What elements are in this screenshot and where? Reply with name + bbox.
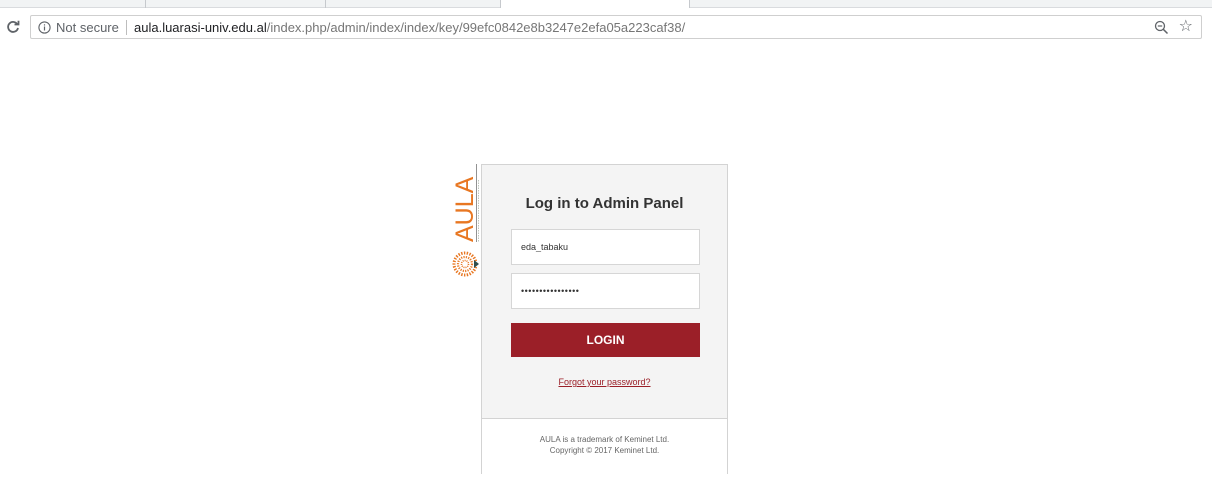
logo-emblem (452, 251, 479, 277)
address-bar[interactable]: Not secure aula.luarasi-univ.edu.al/inde… (30, 15, 1202, 39)
tab-divider (325, 0, 326, 8)
aula-logo: AULA (451, 164, 479, 277)
tab-divider (145, 0, 146, 8)
bookmark-star-icon[interactable]: ☆ (1179, 18, 1193, 36)
panel-footer: AULA is a trademark of Keminet Ltd. Copy… (482, 418, 727, 478)
login-button[interactable]: LOGIN (511, 323, 700, 357)
info-icon[interactable] (38, 21, 51, 34)
url-divider (126, 20, 127, 35)
login-form: Log in to Admin Panel LOGIN Forgot your … (482, 165, 727, 417)
page-title: Log in to Admin Panel (525, 195, 684, 212)
password-input[interactable] (511, 273, 700, 309)
forgot-password-link[interactable]: Forgot your password? (482, 377, 727, 387)
reload-icon[interactable] (6, 20, 20, 34)
zoom-icon[interactable] (1154, 20, 1169, 35)
url-path: /index.php/admin/index/index/key/99efc08… (266, 20, 686, 35)
username-input[interactable] (511, 229, 700, 265)
logo-text: AULA (451, 176, 479, 242)
browser-toolbar: Not secure aula.luarasi-univ.edu.al/inde… (0, 8, 1212, 46)
security-status[interactable]: Not secure (56, 20, 119, 35)
url-host: aula.luarasi-univ.edu.al (134, 20, 267, 35)
trademark-text: AULA is a trademark of Keminet Ltd. (539, 435, 670, 444)
login-panel: Log in to Admin Panel LOGIN Forgot your … (481, 164, 728, 478)
tab-strip (0, 0, 1212, 9)
url-text[interactable]: aula.luarasi-univ.edu.al/index.php/admin… (134, 20, 685, 35)
copyright-text: Copyright © 2017 Keminet Ltd. (549, 446, 660, 455)
